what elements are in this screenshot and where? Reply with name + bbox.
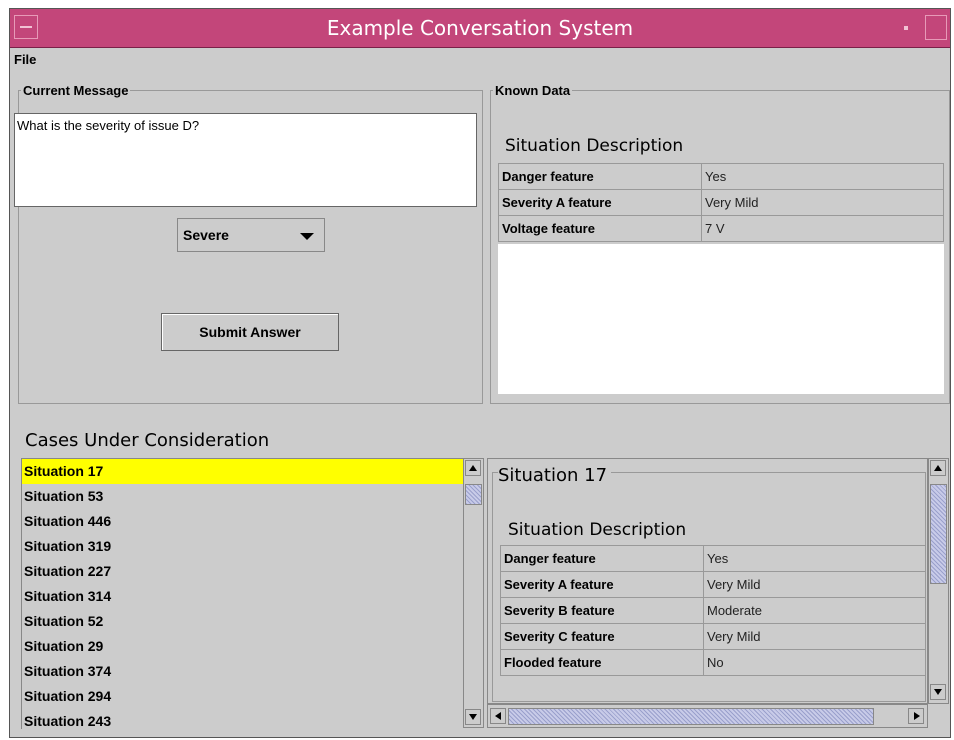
cases-title: Cases Under Consideration xyxy=(25,430,270,451)
table-row: Severity A feature Very Mild xyxy=(500,571,926,598)
feature-value: Moderate xyxy=(703,597,926,624)
scroll-down-icon[interactable] xyxy=(930,684,946,700)
scroll-up-icon[interactable] xyxy=(465,460,481,476)
list-item[interactable]: Situation 294 xyxy=(22,684,463,709)
list-item[interactable]: Situation 53 xyxy=(22,484,463,509)
submit-answer-button[interactable]: Submit Answer xyxy=(161,313,339,351)
current-message-legend: Current Message xyxy=(23,83,129,98)
table-row: Severity A feature Very Mild xyxy=(498,189,944,216)
feature-value: Yes xyxy=(701,163,944,190)
list-item[interactable]: Situation 319 xyxy=(22,534,463,559)
answer-dropdown-value: Severe xyxy=(183,227,229,243)
situation-detail-legend: Situation 17 xyxy=(498,465,612,486)
answer-dropdown[interactable]: Severe xyxy=(177,218,325,252)
title-bar[interactable]: Example Conversation System xyxy=(10,9,950,48)
table-row: Flooded feature No xyxy=(500,649,926,676)
feature-value: 7 V xyxy=(701,215,944,242)
table-row: Danger feature Yes xyxy=(498,163,944,190)
known-data-section-title: Situation Description xyxy=(505,136,684,156)
detail-horizontal-scrollbar[interactable] xyxy=(487,704,928,728)
list-item[interactable]: Situation 314 xyxy=(22,584,463,609)
menu-file[interactable]: File xyxy=(14,52,36,67)
feature-value: Very Mild xyxy=(703,623,926,650)
feature-name: Severity B feature xyxy=(500,597,704,624)
list-item[interactable]: Situation 227 xyxy=(22,559,463,584)
detail-table: Danger feature Yes Severity A feature Very… xyxy=(500,545,926,676)
table-row: Severity C feature Very Mild xyxy=(500,623,926,650)
feature-name: Voltage feature xyxy=(498,215,702,242)
feature-value: Very Mild xyxy=(703,571,926,598)
cases-list[interactable]: Situation 17 Situation 53 Situation 446 … xyxy=(21,458,463,729)
maximize-icon[interactable] xyxy=(925,15,947,40)
minimize-icon[interactable] xyxy=(897,18,915,38)
detail-vertical-scrollbar[interactable] xyxy=(928,458,949,704)
list-item[interactable]: Situation 52 xyxy=(22,609,463,634)
detail-hscroll-thumb[interactable] xyxy=(508,708,874,725)
known-data-empty-area xyxy=(498,244,944,394)
known-data-legend: Known Data xyxy=(495,83,571,98)
list-item[interactable]: Situation 29 xyxy=(22,634,463,659)
feature-name: Severity C feature xyxy=(500,623,704,650)
cases-scroll-thumb[interactable] xyxy=(465,484,482,505)
list-item[interactable]: Situation 243 xyxy=(22,709,463,729)
list-item[interactable]: Situation 374 xyxy=(22,659,463,684)
menu-bar: File xyxy=(10,48,950,72)
cases-vertical-scrollbar[interactable] xyxy=(463,458,484,728)
list-item[interactable]: Situation 17 xyxy=(22,459,463,484)
detail-section-title: Situation Description xyxy=(508,520,687,540)
window-title: Example Conversation System xyxy=(326,16,634,40)
feature-name: Danger feature xyxy=(498,163,702,190)
feature-name: Severity A feature xyxy=(500,571,704,598)
table-row: Severity B feature Moderate xyxy=(500,597,926,624)
feature-value: Yes xyxy=(703,545,926,572)
feature-value: Very Mild xyxy=(701,189,944,216)
scroll-up-icon[interactable] xyxy=(930,460,946,476)
feature-name: Flooded feature xyxy=(500,649,704,676)
list-item[interactable]: Situation 446 xyxy=(22,509,463,534)
current-message-text[interactable]: What is the severity of issue D? xyxy=(14,113,477,207)
known-data-table: Danger feature Yes Severity A feature Very… xyxy=(498,163,944,242)
detail-scroll-thumb[interactable] xyxy=(930,484,947,584)
table-row: Voltage feature 7 V xyxy=(498,215,944,242)
scroll-left-icon[interactable] xyxy=(490,708,506,724)
scroll-down-icon[interactable] xyxy=(465,709,481,725)
feature-name: Danger feature xyxy=(500,545,704,572)
chevron-down-icon xyxy=(300,233,314,240)
feature-value: No xyxy=(703,649,926,676)
scroll-right-icon[interactable] xyxy=(908,708,924,724)
table-row: Danger feature Yes xyxy=(500,545,926,572)
feature-name: Severity A feature xyxy=(498,189,702,216)
